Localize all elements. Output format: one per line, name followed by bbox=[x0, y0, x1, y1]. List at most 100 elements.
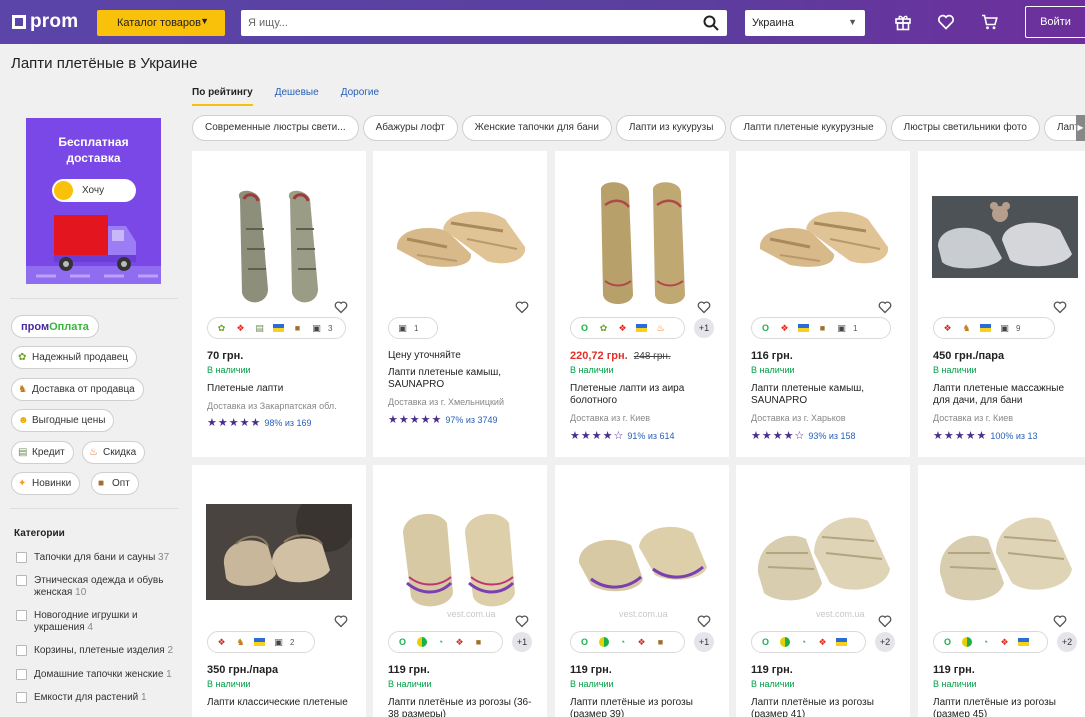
product-image[interactable]: vest.com.ua bbox=[387, 483, 533, 623]
more-badges[interactable]: +1 bbox=[694, 632, 714, 652]
camera-icon: ▣ bbox=[1000, 322, 1009, 333]
rating[interactable]: ★★★★☆ 91% из 614 bbox=[570, 429, 675, 442]
catalog-button[interactable]: Каталог товаров ▼ bbox=[97, 10, 225, 36]
prom-logo[interactable]: prom bbox=[12, 11, 78, 32]
product-title[interactable]: Лапти плетёные из рогозы (36-38 размеры) bbox=[388, 697, 538, 717]
category-item[interactable]: Домашние тапочки женские 1 bbox=[16, 669, 176, 681]
filter-good-prices[interactable]: ☻ Выгодные цены bbox=[11, 409, 115, 432]
chip[interactable]: Лапти из кукурузы bbox=[615, 115, 727, 141]
product-title[interactable]: Лапти классические плетеные bbox=[207, 697, 357, 709]
page-title: Лапти плетёные в Украине bbox=[11, 55, 198, 72]
category-item[interactable]: Емкости для растений 1 bbox=[16, 692, 176, 704]
category-checkbox[interactable] bbox=[16, 610, 27, 621]
product-card[interactable]: O ◔ ❖ +2 119 грн. В наличии Лапти плетён… bbox=[918, 465, 1085, 717]
filter-seller-delivery[interactable]: ♞ Доставка от продавца bbox=[11, 378, 144, 401]
tab-by-rating[interactable]: По рейтингу bbox=[192, 87, 253, 106]
badges: O ◔ ❖ ■ bbox=[388, 631, 503, 653]
product-image[interactable]: vest.com.ua bbox=[750, 483, 896, 623]
green-leaf-icon: ◔ bbox=[437, 637, 444, 647]
product-image[interactable] bbox=[932, 483, 1078, 623]
rating[interactable]: ★★★★★ 98% из 169 bbox=[207, 416, 312, 429]
product-image[interactable] bbox=[750, 169, 896, 309]
chip[interactable]: Люстры светильники фото bbox=[890, 115, 1040, 141]
search-icon[interactable] bbox=[703, 15, 719, 31]
category-item[interactable]: Новогодние игрушки и украшения 4 bbox=[16, 610, 176, 634]
badges: O ◔ ❖ ■ bbox=[570, 631, 685, 653]
product-image[interactable] bbox=[206, 169, 352, 309]
filter-new[interactable]: ✦ Новинки bbox=[11, 472, 81, 495]
category-item[interactable]: Этническая одежда и обувь женская 10 bbox=[16, 575, 176, 599]
more-badges[interactable]: +1 bbox=[694, 318, 714, 338]
cart-icon[interactable] bbox=[981, 13, 999, 31]
heart-icon[interactable] bbox=[878, 614, 892, 628]
red-diamond-icon: ❖ bbox=[618, 322, 627, 333]
product-title[interactable]: Лапти плетеные массажные для дачи, для б… bbox=[933, 383, 1083, 407]
heart-icon[interactable] bbox=[697, 614, 711, 628]
chip[interactable]: Современные люстры свети... bbox=[192, 115, 359, 141]
heart-icon[interactable] bbox=[334, 614, 348, 628]
product-image[interactable] bbox=[569, 169, 715, 309]
product-image[interactable] bbox=[932, 196, 1078, 278]
product-card[interactable]: ❖ ♞ ▣ 2 350 грн./пара В наличии Лапти кл… bbox=[192, 465, 366, 717]
login-button[interactable]: Войти bbox=[1025, 6, 1085, 38]
category-item[interactable]: Тапочки для бани и сауны 37 bbox=[16, 552, 176, 564]
product-title[interactable]: Лапти плетеные камыш, SAUNAPRO bbox=[751, 383, 901, 407]
product-title[interactable]: Плетеные лапти из аира болотного bbox=[570, 383, 720, 407]
heart-icon[interactable] bbox=[1053, 300, 1067, 314]
red-diamond-icon: ❖ bbox=[236, 322, 245, 333]
heart-icon[interactable] bbox=[515, 300, 529, 314]
product-card[interactable]: O ✿ ❖ ♨ +1 220,72 грн. 248 грн. В наличии… bbox=[555, 151, 729, 457]
product-image[interactable]: vest.com.ua bbox=[569, 483, 715, 623]
red-diamond-icon: ❖ bbox=[637, 636, 646, 647]
category-checkbox[interactable] bbox=[16, 552, 27, 563]
tab-expensive[interactable]: Дорогие bbox=[341, 87, 379, 106]
category-checkbox[interactable] bbox=[16, 692, 27, 703]
product-image[interactable] bbox=[387, 169, 533, 309]
more-badges[interactable]: +2 bbox=[875, 632, 895, 652]
region-select[interactable]: Украина ▼ bbox=[745, 10, 865, 36]
free-delivery-banner[interactable]: Бесплатная доставка Хочу bbox=[26, 118, 161, 284]
product-card[interactable]: vest.com.ua O ◔ ❖ +2 119 грн. В наличии … bbox=[736, 465, 910, 717]
category-checkbox[interactable] bbox=[16, 645, 27, 656]
heart-icon[interactable] bbox=[878, 300, 892, 314]
tab-cheap[interactable]: Дешевые bbox=[275, 87, 319, 106]
heart-icon[interactable] bbox=[937, 13, 955, 31]
promo-toggle[interactable]: Хочу bbox=[52, 179, 136, 202]
heart-icon[interactable] bbox=[334, 300, 348, 314]
product-title[interactable]: Плетеные лапти bbox=[207, 383, 357, 395]
rating[interactable]: ★★★★☆ 93% из 158 bbox=[751, 429, 856, 442]
prom-oplata-filter[interactable]: промОплата bbox=[11, 315, 99, 338]
gift-icon[interactable] bbox=[894, 13, 912, 31]
chips-next-arrow-icon[interactable]: ▶ bbox=[1076, 115, 1085, 141]
product-title[interactable]: Лапти плетёные из рогозы (размер 41) bbox=[751, 697, 901, 717]
heart-icon[interactable] bbox=[697, 300, 711, 314]
product-card[interactable]: O ❖ ■ ▣ 1 116 грн. В наличии Лапти плете… bbox=[736, 151, 910, 457]
product-card[interactable]: vest.com.ua O ◔ ❖ ■ +1 119 грн. В наличи… bbox=[555, 465, 729, 717]
product-card[interactable]: ✿ ❖ ▤ ■ ▣ 3 70 грн. В наличии Плетеные л… bbox=[192, 151, 366, 457]
category-checkbox[interactable] bbox=[16, 575, 27, 586]
product-card[interactable]: ▣ 1 Цену уточняйте Лапти плетеные камыш,… bbox=[373, 151, 547, 457]
ukraine-flag-icon bbox=[835, 636, 848, 649]
heart-icon[interactable] bbox=[515, 614, 529, 628]
filter-discount[interactable]: ♨ Скидка bbox=[82, 441, 146, 464]
product-title[interactable]: Лапти плетёные из рогозы (размер 39) bbox=[570, 697, 720, 717]
product-title[interactable]: Лапти плетёные из рогозы (размер 45) bbox=[933, 697, 1083, 717]
filter-credit[interactable]: ▤ Кредит bbox=[11, 441, 74, 464]
category-item[interactable]: Корзины, плетеные изделия 2 bbox=[16, 645, 176, 657]
chip[interactable]: Абажуры лофт bbox=[362, 115, 458, 141]
more-badges[interactable]: +2 bbox=[1057, 632, 1077, 652]
product-card[interactable]: vest.com.ua O ◔ ❖ ■ +1 119 грн. В наличи… bbox=[373, 465, 547, 717]
chip[interactable]: Лапти плетеные кукурузные bbox=[730, 115, 887, 141]
heart-icon[interactable] bbox=[1053, 614, 1067, 628]
chip[interactable]: Женские тапочки для бани bbox=[461, 115, 612, 141]
product-card[interactable]: ❖ ♞ ▣ 9 450 грн./пара В наличии Лапти пл… bbox=[918, 151, 1085, 457]
more-badges[interactable]: +1 bbox=[512, 632, 532, 652]
filter-reliable-seller[interactable]: ✿ Надежный продавец bbox=[11, 346, 138, 369]
rating[interactable]: ★★★★★ 100% из 13 bbox=[933, 429, 1038, 442]
rating[interactable]: ★★★★★ 97% из 3749 bbox=[388, 413, 498, 426]
category-checkbox[interactable] bbox=[16, 669, 27, 680]
search-input[interactable] bbox=[241, 10, 681, 36]
product-title[interactable]: Лапти плетеные камыш, SAUNAPRO bbox=[388, 367, 538, 391]
product-image[interactable] bbox=[206, 504, 352, 600]
filter-wholesale[interactable]: ■ Опт bbox=[91, 472, 139, 495]
